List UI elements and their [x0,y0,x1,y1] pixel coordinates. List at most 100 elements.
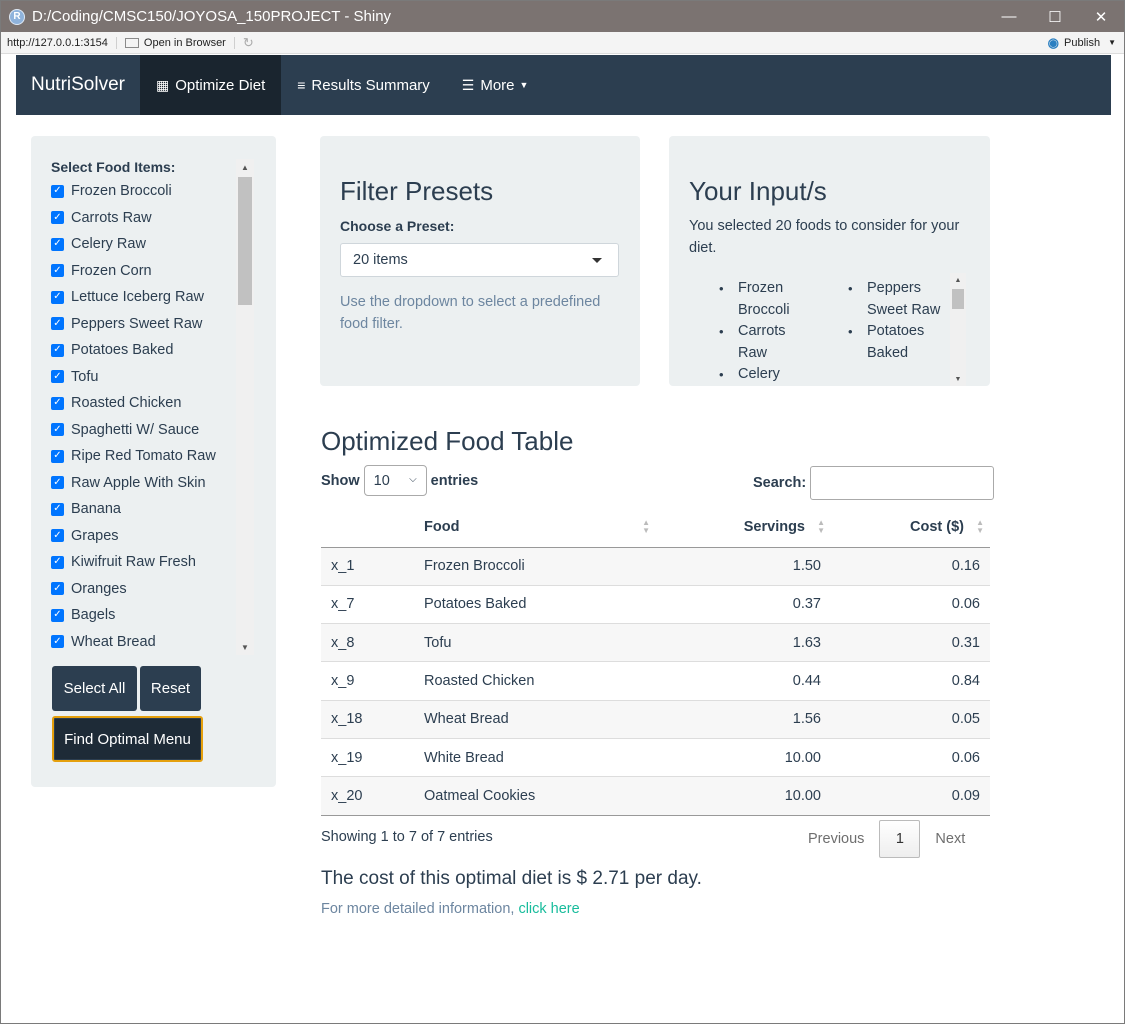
window-title: D:/Coding/CMSC150/JOYOSA_150PROJECT - Sh… [32,8,392,25]
col-header-servings[interactable]: Servings ▲ ▼ [656,507,831,548]
selected-food-item: • Frozen Broccoli [719,278,829,321]
scroll-thumb[interactable] [238,177,252,305]
cell-servings: 1.56 [656,699,831,739]
refresh-icon[interactable]: ↻ [243,35,254,51]
table-row[interactable]: x_8 Tofu 1.63 0.31 [321,623,990,662]
brand-title[interactable]: NutriSolver [16,55,140,115]
food-list-scrollbar[interactable]: ▲ ▼ [236,159,254,655]
scroll-up-icon[interactable]: ▲ [950,273,966,287]
checkbox-checked-icon[interactable]: ✓ [51,449,64,463]
checkbox-checked-icon[interactable]: ✓ [51,555,64,569]
table-row[interactable]: x_18 Wheat Bread 1.56 0.05 [321,699,990,739]
input-list-scrollbar[interactable]: ▲ ▼ [950,273,966,386]
table-row[interactable]: x_20 Oatmeal Cookies 10.00 0.09 [321,776,990,816]
publish-button[interactable]: ◉ Publish ▼ [1048,35,1116,51]
checkbox-checked-icon[interactable]: ✓ [51,396,64,410]
minimize-button[interactable]: — [986,1,1032,32]
search-input[interactable] [810,466,995,500]
scroll-down-icon[interactable]: ▼ [236,639,254,655]
checkbox-checked-icon[interactable]: ✓ [51,582,64,596]
cell-food: White Bread [424,737,656,777]
scroll-down-icon[interactable]: ▼ [950,372,966,386]
checkbox-checked-icon[interactable]: ✓ [51,264,64,278]
cell-servings: 0.44 [656,661,831,701]
preset-dropdown[interactable]: 20 items [340,243,619,277]
click-here-link[interactable]: click here [518,901,579,917]
previous-page-button[interactable]: Previous [793,831,879,847]
food-checkbox-item[interactable]: ✓ Ripe Red Tomato Raw [51,443,255,470]
food-checkbox-item[interactable]: ✓ Wheat Bread [51,629,255,652]
cell-index: x_1 [321,546,424,586]
optimal-cost-text: The cost of this optimal diet is $ 2.71 … [321,868,702,889]
cell-cost: 0.84 [831,661,990,701]
table-row[interactable]: x_7 Potatoes Baked 0.37 0.06 [321,584,990,624]
close-button[interactable]: ✕ [1078,1,1124,32]
entries-length-control: Show 10 ⌵ entries [321,465,478,496]
checkbox-checked-icon[interactable]: ✓ [51,211,64,225]
cell-servings: 0.37 [656,584,831,624]
tab-optimize-diet[interactable]: ▦ Optimize Diet [139,55,282,115]
checkbox-checked-icon[interactable]: ✓ [51,476,64,490]
table-row[interactable]: x_9 Roasted Chicken 0.44 0.84 [321,661,990,701]
food-checkbox-item[interactable]: ✓ Bagels [51,602,255,629]
checkbox-checked-icon[interactable]: ✓ [51,237,64,251]
tab-results-summary[interactable]: ≡ Results Summary [281,55,446,115]
col-header-food[interactable]: Food ▲ ▼ [424,507,656,548]
scroll-up-icon[interactable]: ▲ [236,159,254,175]
selected-food-label: Peppers Sweet Raw [867,280,941,318]
food-checkbox-item[interactable]: ✓ Lettuce Iceberg Raw [51,284,255,311]
url-text[interactable]: http://127.0.0.1:3154 [1,36,117,49]
checkbox-checked-icon[interactable]: ✓ [51,343,64,357]
cell-servings: 10.00 [656,776,831,816]
food-checkbox-item[interactable]: ✓ Raw Apple With Skin [51,470,255,497]
tab-more[interactable]: ☰ More ▼ [446,55,545,115]
selected-foods-list[interactable]: • Frozen Broccoli • Carrots Raw • Celery • Pep… [719,278,954,386]
checkbox-checked-icon[interactable]: ✓ [51,423,64,437]
select-all-button[interactable]: Select All [52,666,137,711]
dropdown-caret-icon [592,258,602,263]
food-checkbox-item[interactable]: ✓ Kiwifruit Raw Fresh [51,549,255,576]
checkbox-checked-icon[interactable]: ✓ [51,608,64,622]
checkbox-checked-icon[interactable]: ✓ [51,502,64,516]
reset-button[interactable]: Reset [140,666,201,711]
food-checkbox-item[interactable]: ✓ Roasted Chicken [51,390,255,417]
r-logo-icon: R [9,8,25,25]
maximize-button[interactable]: ☐ [1032,1,1078,32]
next-page-button[interactable]: Next [920,831,980,847]
table-info: Showing 1 to 7 of 7 entries [321,829,493,845]
checkbox-checked-icon[interactable]: ✓ [51,317,64,331]
food-checkbox-item[interactable]: ✓ Carrots Raw [51,205,255,232]
current-page-button[interactable]: 1 [879,820,921,858]
selected-food-label: Carrots Raw [738,323,786,361]
optimized-table-title: Optimized Food Table [321,426,574,456]
food-checkbox-item[interactable]: ✓ Grapes [51,523,255,550]
food-checkbox-item[interactable]: ✓ Tofu [51,364,255,391]
food-checkbox-item[interactable]: ✓ Potatoes Baked [51,337,255,364]
checkbox-checked-icon[interactable]: ✓ [51,290,64,304]
scroll-thumb[interactable] [952,289,964,309]
checkbox-checked-icon[interactable]: ✓ [51,370,64,384]
find-optimal-menu-button[interactable]: Find Optimal Menu [52,716,203,762]
checkbox-checked-icon[interactable]: ✓ [51,184,64,198]
selected-food-item: • Potatoes Baked [848,321,954,364]
col-header-cost[interactable]: Cost ($) ▲ ▼ [831,507,990,548]
food-label: Wheat Bread [71,633,156,650]
selected-food-item: • Carrots Raw [719,321,829,364]
food-checkbox-item[interactable]: ✓ Oranges [51,576,255,603]
table-row[interactable]: x_1 Frozen Broccoli 1.50 0.16 [321,546,990,586]
cell-food: Roasted Chicken [424,661,656,701]
food-checkbox-list[interactable]: Select Food Items: ✓ Frozen Broccoli ✓ Carr… [51,156,255,651]
food-checkbox-item[interactable]: ✓ Frozen Corn [51,258,255,285]
food-label: Bagels [71,607,116,624]
checkbox-checked-icon[interactable]: ✓ [51,529,64,543]
food-checkbox-item[interactable]: ✓ Peppers Sweet Raw [51,311,255,338]
food-checkbox-item[interactable]: ✓ Celery Raw [51,231,255,258]
food-checkbox-item[interactable]: ✓ Spaghetti W/ Sauce [51,417,255,444]
open-in-browser-button[interactable]: Open in Browser [117,36,235,49]
food-checkbox-item[interactable]: ✓ Frozen Broccoli [51,178,255,205]
food-checkbox-item[interactable]: ✓ Banana [51,496,255,523]
entries-select[interactable]: 10 ⌵ [363,465,427,496]
table-row[interactable]: x_19 White Bread 10.00 0.06 [321,737,990,777]
col-header-index[interactable] [321,507,424,548]
checkbox-checked-icon[interactable]: ✓ [51,635,64,649]
